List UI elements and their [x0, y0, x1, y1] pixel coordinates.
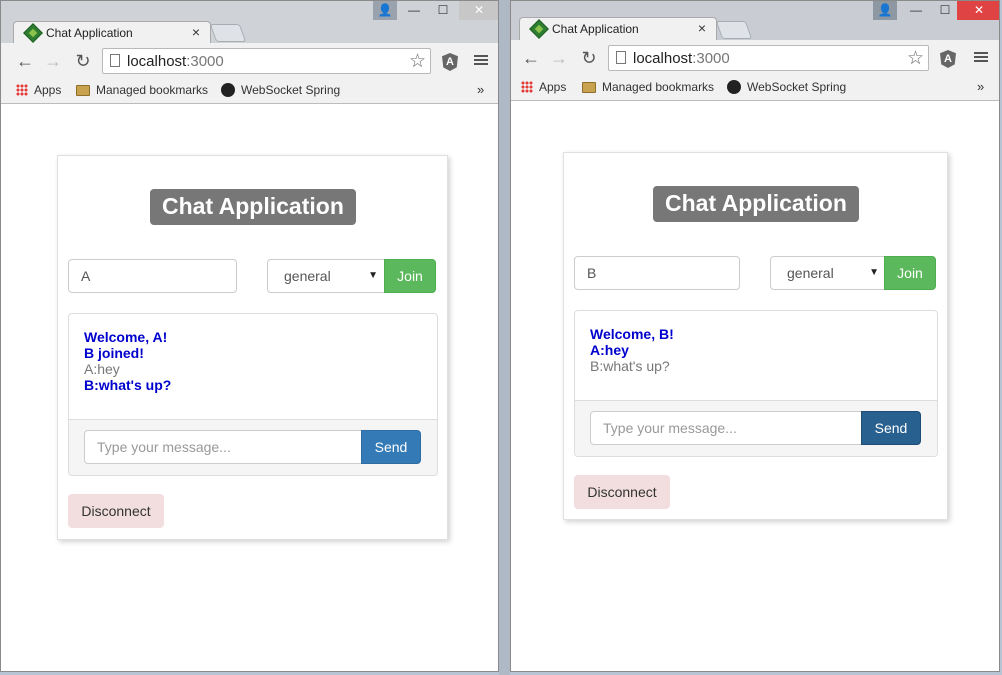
browser-tab[interactable]: Chat Application ×: [13, 21, 211, 44]
bookmark-apps[interactable]: Apps: [16, 83, 61, 97]
dropdown-caret-icon: ▼: [869, 267, 879, 278]
bookmarks-bar: Apps Managed bookmarks WebSocket Spring …: [1, 79, 498, 104]
send-button[interactable]: Send: [861, 411, 921, 445]
bookmark-star-icon[interactable]: ☆: [409, 50, 426, 73]
apps-grid-icon: [521, 81, 533, 93]
folder-icon: [76, 85, 90, 96]
bookmark-websocket[interactable]: WebSocket Spring: [221, 83, 340, 97]
room-value: general: [284, 268, 331, 284]
address-bar[interactable]: localhost:3000 ☆: [608, 45, 929, 71]
chat-card: Chat Application A general ▼ Join Welcom…: [57, 155, 448, 540]
username-input[interactable]: B: [574, 256, 740, 290]
bookmark-websocket[interactable]: WebSocket Spring: [727, 80, 846, 94]
tab-title: Chat Application: [552, 22, 639, 36]
menu-icon[interactable]: [474, 53, 488, 67]
minimize-button[interactable]: —: [401, 1, 427, 20]
bookmark-apps[interactable]: Apps: [521, 80, 566, 94]
close-window-button[interactable]: ✕: [459, 1, 498, 20]
message-composer: Type your message... Send: [575, 400, 937, 456]
new-tab-button[interactable]: [715, 21, 753, 39]
app-title: Chat Application: [653, 186, 859, 222]
app-title: Chat Application: [150, 189, 356, 225]
address-bar[interactable]: localhost:3000 ☆: [102, 48, 431, 74]
github-icon: [727, 80, 741, 94]
user-icon[interactable]: 👤: [373, 1, 397, 20]
title-bar: Chat Application × 👤 — ☐ ✕: [1, 1, 498, 44]
minimize-button[interactable]: —: [903, 1, 929, 20]
bookmark-star-icon[interactable]: ☆: [907, 47, 924, 70]
message-input[interactable]: Type your message...: [590, 411, 862, 445]
menu-icon[interactable]: [974, 50, 988, 64]
chat-card: Chat Application B general ▼ Join Welcom…: [563, 152, 948, 520]
username-input[interactable]: A: [68, 259, 237, 293]
folder-icon: [582, 82, 596, 93]
browser-window-a: Chat Application × 👤 — ☐ ✕ ← → ↻ localho…: [0, 0, 499, 672]
message-input[interactable]: Type your message...: [84, 430, 362, 464]
angular-extension-icon[interactable]: A: [940, 50, 956, 68]
bookmark-managed[interactable]: Managed bookmarks: [582, 80, 714, 94]
user-icon[interactable]: 👤: [873, 1, 897, 20]
new-tab-button[interactable]: [209, 24, 247, 42]
send-button[interactable]: Send: [361, 430, 421, 464]
reload-icon[interactable]: ↻: [579, 48, 599, 68]
room-select[interactable]: general ▼: [770, 256, 886, 290]
app-favicon-icon: [529, 19, 549, 39]
join-button[interactable]: Join: [884, 256, 936, 290]
message-list: Welcome, B! A:hey B:what's up?: [590, 326, 927, 374]
title-bar: Chat Application × 👤 — ☐ ✕: [511, 1, 999, 40]
chat-message: Welcome, B!: [590, 326, 674, 342]
window-gap: [499, 0, 510, 675]
apps-grid-icon: [16, 84, 28, 96]
tab-close-icon[interactable]: ×: [698, 20, 706, 36]
app-favicon-icon: [23, 23, 43, 43]
maximize-button[interactable]: ☐: [931, 1, 959, 20]
url-text: localhost:3000: [633, 50, 730, 67]
page-icon: [616, 51, 626, 64]
page-content: Chat Application B general ▼ Join Welcom…: [511, 101, 999, 671]
chat-message: A:hey: [590, 342, 629, 358]
message-composer: Type your message... Send: [69, 419, 437, 475]
message-list: Welcome, A! B joined! A:hey B:what's up?: [84, 329, 427, 393]
join-button[interactable]: Join: [384, 259, 436, 293]
chat-message: B:what's up?: [590, 358, 670, 374]
url-text: localhost:3000: [127, 53, 224, 70]
forward-icon[interactable]: →: [549, 48, 569, 68]
dropdown-caret-icon: ▼: [368, 270, 378, 281]
disconnect-button[interactable]: Disconnect: [574, 475, 670, 509]
tab-close-icon[interactable]: ×: [192, 24, 200, 40]
forward-icon[interactable]: →: [43, 51, 63, 71]
browser-window-b: Chat Application × 👤 — ☐ ✕ ← → ↻ localho…: [510, 0, 1000, 672]
messages-panel: Welcome, A! B joined! A:hey B:what's up? Ty…: [68, 313, 438, 476]
messages-panel: Welcome, B! A:hey B:what's up? Type your m…: [574, 310, 938, 457]
angular-extension-icon[interactable]: A: [442, 53, 458, 71]
chat-message: B joined!: [84, 345, 144, 361]
chat-message: A:hey: [84, 361, 120, 377]
browser-toolbar: ← → ↻ localhost:3000 ☆ A: [511, 40, 999, 76]
disconnect-button[interactable]: Disconnect: [68, 494, 164, 528]
page-content: Chat Application A general ▼ Join Welcom…: [1, 104, 498, 671]
reload-icon[interactable]: ↻: [73, 51, 93, 71]
more-bookmarks-icon[interactable]: »: [477, 82, 484, 97]
close-window-button[interactable]: ✕: [957, 1, 999, 20]
room-select[interactable]: general ▼: [267, 259, 385, 293]
back-icon[interactable]: ←: [15, 51, 35, 71]
bookmarks-bar: Apps Managed bookmarks WebSocket Spring …: [511, 76, 999, 101]
browser-toolbar: ← → ↻ localhost:3000 ☆ A: [1, 43, 498, 79]
github-icon: [221, 83, 235, 97]
tab-title: Chat Application: [46, 26, 133, 40]
chat-message: Welcome, A!: [84, 329, 168, 345]
maximize-button[interactable]: ☐: [429, 1, 457, 20]
page-icon: [110, 54, 120, 67]
room-value: general: [787, 265, 834, 281]
chat-message: B:what's up?: [84, 377, 172, 393]
more-bookmarks-icon[interactable]: »: [977, 79, 984, 94]
bookmark-managed[interactable]: Managed bookmarks: [76, 83, 208, 97]
back-icon[interactable]: ←: [521, 48, 541, 68]
browser-tab[interactable]: Chat Application ×: [519, 17, 717, 40]
